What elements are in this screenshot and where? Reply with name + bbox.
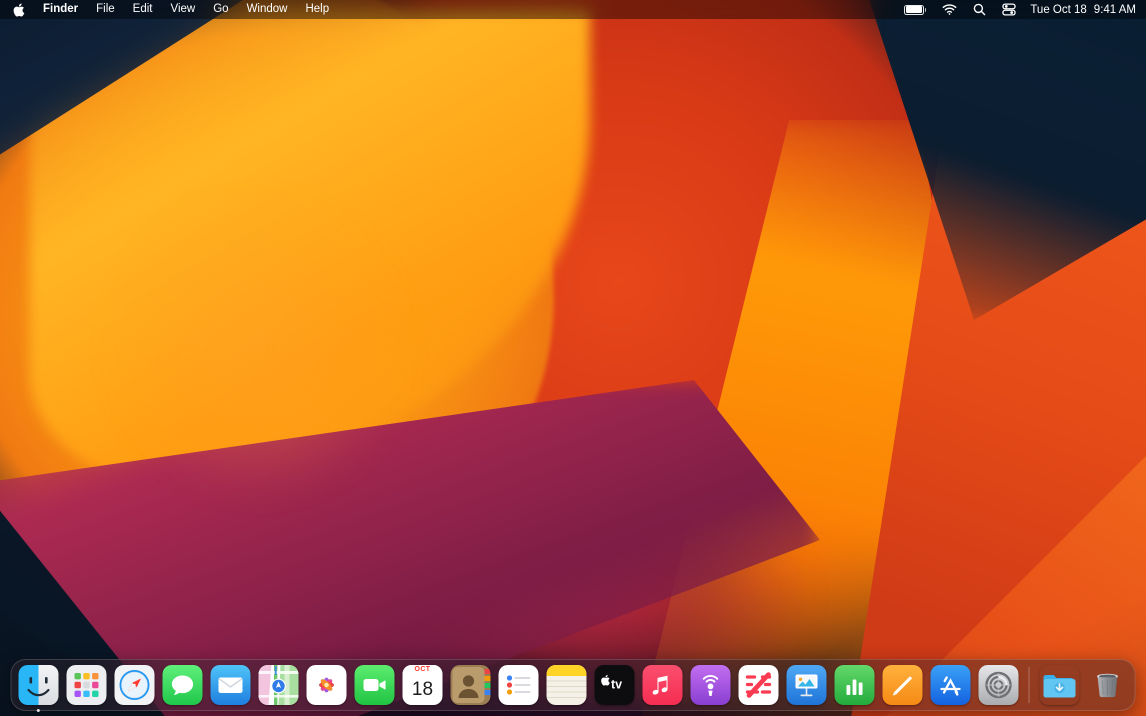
menu-item-finder[interactable]: Finder xyxy=(34,0,87,19)
dock-item-mail[interactable] xyxy=(210,665,251,705)
facetime-icon xyxy=(354,665,395,705)
dock-item-system-settings[interactable] xyxy=(978,665,1019,705)
calendar-month-label: OCT xyxy=(402,665,443,675)
dock-item-calendar[interactable]: OCT 18 xyxy=(402,665,443,705)
pages-icon xyxy=(882,665,923,705)
dock-item-trash[interactable] xyxy=(1088,665,1128,705)
keynote-icon xyxy=(786,665,827,705)
dock-item-launchpad[interactable] xyxy=(66,665,107,705)
dock-item-podcasts[interactable] xyxy=(690,665,731,705)
desktop-wallpaper[interactable] xyxy=(0,0,1146,716)
maps-icon xyxy=(258,665,299,705)
menu-item-edit[interactable]: Edit xyxy=(124,0,162,19)
dock-item-tv[interactable]: tv xyxy=(594,665,635,705)
podcasts-icon xyxy=(690,665,731,705)
apple-logo-icon[interactable] xyxy=(9,0,34,19)
dock-item-maps[interactable] xyxy=(258,665,299,705)
menu-item-file[interactable]: File xyxy=(87,0,124,19)
reminders-icon xyxy=(498,665,539,705)
dock: OCT 18 tv xyxy=(10,659,1136,712)
calendar-icon: OCT 18 xyxy=(402,665,443,705)
dock-item-keynote[interactable] xyxy=(786,665,827,705)
dock-item-finder[interactable] xyxy=(18,665,59,712)
dock-item-messages[interactable] xyxy=(162,665,203,705)
menu-bar-left-group: Finder File Edit View Go Window Help xyxy=(0,0,338,19)
launchpad-icon xyxy=(66,665,107,705)
menu-item-view[interactable]: View xyxy=(162,0,205,19)
system-settings-icon xyxy=(978,665,1019,705)
dock-item-safari[interactable] xyxy=(114,665,155,705)
menu-bar-status-group: Tue Oct 18 9:41 AM xyxy=(896,0,1146,19)
trash-icon xyxy=(1088,665,1128,705)
control-center-icon[interactable] xyxy=(994,0,1024,19)
dock-item-music[interactable] xyxy=(642,665,683,705)
dock-item-downloads[interactable] xyxy=(1040,665,1080,705)
tv-icon: tv xyxy=(594,665,635,705)
contacts-icon xyxy=(450,665,491,705)
dock-item-photos[interactable] xyxy=(306,665,347,705)
music-icon xyxy=(642,665,683,705)
menu-bar-date: Tue Oct 18 xyxy=(1030,3,1087,16)
safari-icon xyxy=(114,665,155,705)
spotlight-search-icon[interactable] xyxy=(965,0,994,19)
menu-bar-clock[interactable]: Tue Oct 18 9:41 AM xyxy=(1024,4,1136,16)
menu-bar-time: 9:41 AM xyxy=(1093,3,1136,16)
dock-item-app-store[interactable] xyxy=(930,665,971,705)
menu-item-help[interactable]: Help xyxy=(296,0,338,19)
dock-item-pages[interactable] xyxy=(882,665,923,705)
messages-icon xyxy=(162,665,203,705)
photos-icon xyxy=(306,665,347,705)
desktop-screen: Finder File Edit View Go Window Help Tue… xyxy=(0,0,1146,716)
menu-item-window[interactable]: Window xyxy=(238,0,297,19)
numbers-icon xyxy=(834,665,875,705)
dock-item-facetime[interactable] xyxy=(354,665,395,705)
app-store-icon xyxy=(930,665,971,705)
battery-icon[interactable] xyxy=(896,0,934,19)
svg-text:tv: tv xyxy=(611,678,622,692)
menu-bar: Finder File Edit View Go Window Help Tue… xyxy=(0,0,1146,19)
finder-icon xyxy=(18,665,59,705)
dock-item-news[interactable] xyxy=(738,665,779,705)
downloads-folder-icon xyxy=(1040,665,1080,705)
menu-item-go[interactable]: Go xyxy=(204,0,237,19)
calendar-day-label: 18 xyxy=(411,678,434,700)
news-icon xyxy=(738,665,779,705)
notes-icon xyxy=(546,665,587,705)
mail-icon xyxy=(210,665,251,705)
dock-item-contacts[interactable] xyxy=(450,665,491,705)
wifi-icon[interactable] xyxy=(934,0,965,19)
wallpaper-layer-sheen xyxy=(70,180,490,600)
dock-separator xyxy=(1028,667,1030,703)
dock-item-reminders[interactable] xyxy=(498,665,539,705)
dock-item-notes[interactable] xyxy=(546,665,587,705)
dock-item-numbers[interactable] xyxy=(834,665,875,705)
